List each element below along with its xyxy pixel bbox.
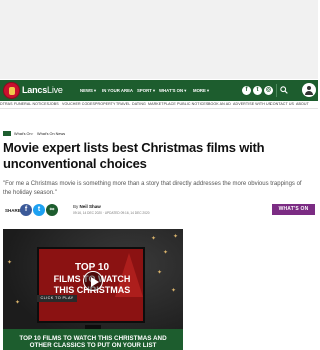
subnav-about[interactable]: ABOUT	[296, 102, 309, 106]
nav-news[interactable]: NEWS▾	[80, 88, 96, 94]
facebook-icon[interactable]: f	[242, 86, 251, 95]
section-badge[interactable]: WHAT'S ON	[272, 204, 315, 215]
subnav-funeral-notices[interactable]: FUNERAL NOTICES	[14, 102, 49, 106]
section-icon	[3, 131, 11, 136]
share-twitter-icon[interactable]: t	[33, 204, 45, 216]
subnav-jobs[interactable]: JOBS	[49, 102, 59, 106]
article-standfirst: "For me a Christmas movie is something m…	[3, 181, 302, 196]
nav-more[interactable]: MORE▾	[193, 88, 209, 94]
subnav-advertise[interactable]: ADVERTISE WITH US	[233, 102, 271, 106]
instagram-icon[interactable]: ◎	[264, 86, 273, 95]
video-caption: TOP 10 FILMS TO WATCH THIS CHRISTMAS AND…	[19, 335, 167, 350]
chevron-right-icon: ›	[32, 131, 34, 136]
click-to-play-label[interactable]: CLICK TO PLAY	[37, 295, 77, 302]
article-byline: By Neil Shaw	[73, 204, 101, 209]
nav-divider	[276, 84, 277, 97]
star-decoration: ✦	[173, 234, 179, 240]
rose-logo-icon[interactable]	[3, 82, 20, 99]
subnav-marketplace[interactable]: MARKETPLACE	[148, 102, 176, 106]
share-label: SHARE	[5, 208, 21, 213]
subnav-contact-us[interactable]: CONTACT US	[270, 102, 294, 106]
star-decoration: ✦	[163, 250, 169, 256]
article-dates: 09:16, 14 DEC 2020 · UPDATED 09:16, 14 D…	[73, 211, 150, 215]
search-icon[interactable]	[280, 86, 288, 94]
subnav-voucher-codes[interactable]: VOUCHER CODES	[62, 102, 95, 106]
breadcrumb-subsection[interactable]: What's On News	[37, 132, 65, 136]
star-decoration: ✦	[151, 236, 157, 242]
twitter-icon[interactable]: t	[253, 86, 262, 95]
video-player[interactable]: ✦ ✦ ✦ ✦ ✦ ✦ ✦ TOP 10 FILMS TO WATCH THIS…	[3, 229, 183, 350]
play-icon[interactable]	[83, 271, 103, 291]
site-logo[interactable]: LancsLive	[22, 85, 63, 95]
subnav-extras[interactable]: DTRAS	[0, 102, 13, 106]
ad-space	[0, 0, 318, 79]
breadcrumb-section[interactable]: What's On	[14, 132, 32, 136]
star-decoration: ✦	[171, 288, 177, 294]
nav-whats-on[interactable]: WHAT'S ON▾	[159, 88, 186, 94]
author-link[interactable]: Neil Shaw	[80, 204, 101, 209]
subnav-dating[interactable]: DATING	[132, 102, 146, 106]
share-link-icon[interactable]: ∞	[46, 204, 58, 216]
account-icon[interactable]	[302, 83, 316, 97]
subnav-travel[interactable]: TRAVEL	[116, 102, 130, 106]
subnav-public-notices[interactable]: PUBLIC NOTICES	[177, 102, 208, 106]
star-decoration: ✦	[15, 300, 21, 306]
article-headline: Movie expert lists best Christmas films …	[3, 140, 265, 171]
star-decoration: ✦	[7, 260, 13, 266]
subnav-book-an-ad[interactable]: BOOK AN AD	[208, 102, 231, 106]
star-decoration: ✦	[157, 270, 163, 276]
share-facebook-icon[interactable]: f	[20, 204, 32, 216]
subnav-property[interactable]: PROPERTY	[95, 102, 116, 106]
nav-in-your-area[interactable]: IN YOUR AREA	[102, 88, 133, 93]
nav-sport[interactable]: SPORT▾	[137, 88, 155, 94]
